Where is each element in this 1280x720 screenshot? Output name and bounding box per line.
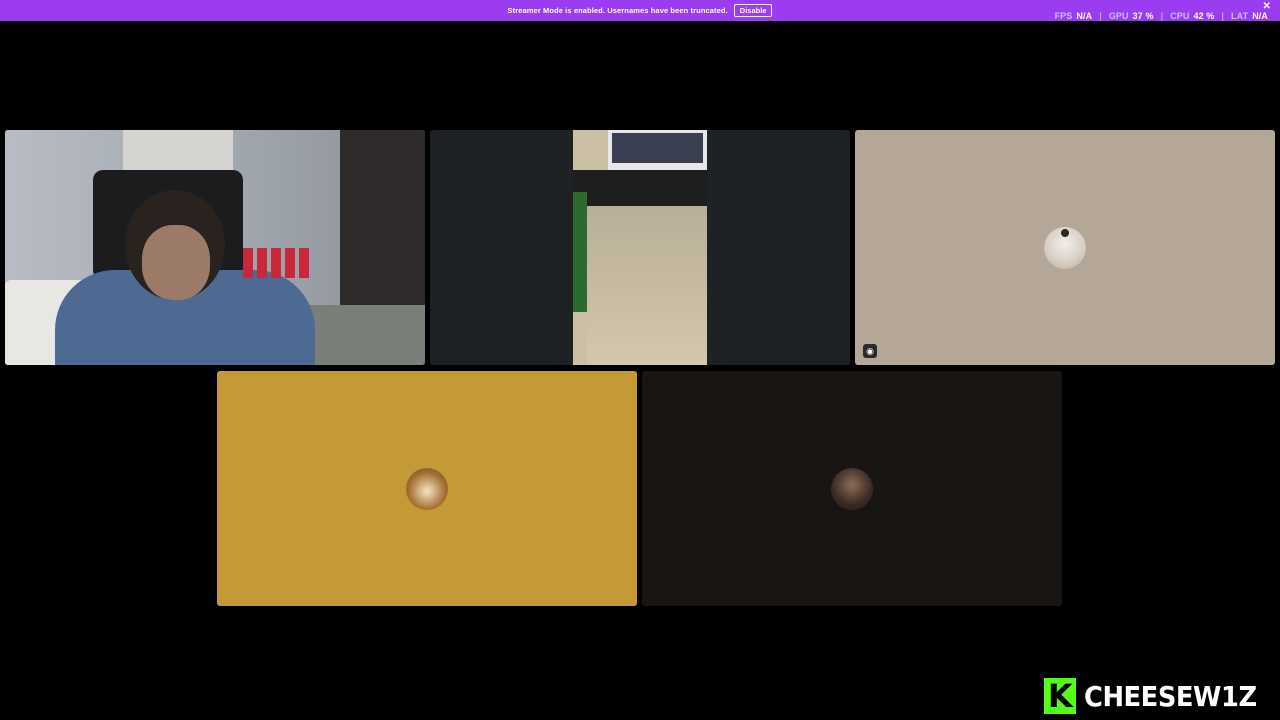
stats-separator: | bbox=[1160, 11, 1164, 21]
webcam-can bbox=[271, 248, 281, 278]
channel-name: CHEESEW1Z bbox=[1084, 679, 1257, 713]
streamer-mode-banner: Streamer Mode is enabled. Usernames have… bbox=[0, 0, 1280, 21]
lat-label: LAT bbox=[1231, 11, 1249, 21]
participant-tile-webcam[interactable] bbox=[5, 130, 425, 365]
avatar bbox=[1044, 227, 1086, 269]
fps-value: N/A bbox=[1076, 11, 1093, 21]
participant-tile-5[interactable] bbox=[642, 371, 1062, 606]
webcam-can bbox=[257, 248, 267, 278]
cpu-label: CPU bbox=[1170, 11, 1190, 21]
kick-logo-icon: K bbox=[1044, 678, 1077, 714]
webcam-person-face bbox=[142, 225, 210, 300]
stats-separator: | bbox=[1221, 11, 1225, 21]
participant-tile-screen-share[interactable] bbox=[430, 130, 850, 365]
webcam-can bbox=[243, 248, 253, 278]
disable-streamer-mode-button[interactable]: Disable bbox=[733, 4, 773, 17]
avatar bbox=[406, 468, 448, 510]
screen-share-green-edge bbox=[573, 192, 587, 312]
participant-tile-4[interactable] bbox=[217, 371, 637, 606]
screen-share-floor bbox=[587, 206, 707, 365]
participant-tile-3[interactable]: ◉ bbox=[855, 130, 1275, 365]
fps-label: FPS bbox=[1054, 11, 1073, 21]
webcam-can bbox=[285, 248, 295, 278]
streamer-mode-message: Streamer Mode is enabled. Usernames have… bbox=[507, 6, 728, 15]
screen-share-monitor bbox=[608, 130, 707, 170]
kick-watermark: K CHEESEW1Z bbox=[1044, 678, 1272, 714]
gpu-label: GPU bbox=[1108, 11, 1129, 21]
performance-stats: FPS N/A | GPU 37 % | CPU 42 % | LAT N/A bbox=[1055, 11, 1268, 21]
screen-share-monitor-screen bbox=[612, 133, 703, 163]
screen-share-feed bbox=[573, 130, 707, 365]
screen-share-shadow bbox=[573, 170, 707, 206]
lat-value: N/A bbox=[1252, 11, 1268, 21]
stats-separator: | bbox=[1099, 11, 1102, 21]
avatar bbox=[831, 468, 873, 510]
cpu-value: 42 % bbox=[1193, 11, 1215, 21]
webcam-can bbox=[299, 248, 309, 278]
gpu-value: 37 % bbox=[1132, 11, 1154, 21]
stream-preview-icon[interactable]: ◉ bbox=[863, 344, 877, 358]
